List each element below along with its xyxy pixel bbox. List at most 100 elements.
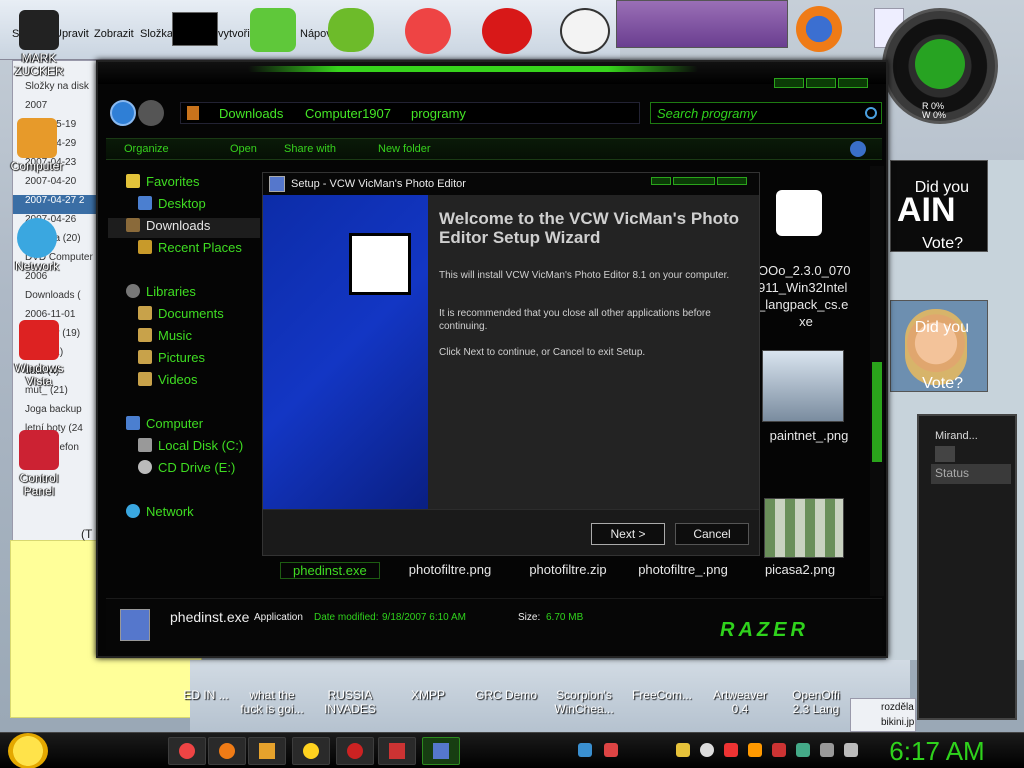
cartoon-icon[interactable] xyxy=(560,8,610,54)
explorer-taskbar-button[interactable] xyxy=(248,737,286,765)
paintnet-thumbnail[interactable] xyxy=(762,350,844,422)
file-preview-fragment[interactable]: rozděla bikini.jp xyxy=(850,698,916,732)
organize-button[interactable]: Organize xyxy=(124,143,169,155)
nav-favorites[interactable]: Favorites xyxy=(126,174,199,194)
nav-recent-places[interactable]: Recent Places xyxy=(138,240,242,260)
menu-vytvorit[interactable]: vytvořit xyxy=(218,28,253,40)
shortcut-item[interactable]: RUSSIA INVADES xyxy=(318,688,382,716)
desktop-icon-computer[interactable]: Computer xyxy=(2,118,72,173)
file-photofiltre-png[interactable]: photofiltre.png xyxy=(398,562,502,577)
shortcut-item[interactable]: Artweaver 0.4 xyxy=(708,688,772,716)
file-photofiltre-zip[interactable]: photofiltre.zip xyxy=(516,562,620,577)
p-icon[interactable] xyxy=(405,8,451,54)
forward-button[interactable] xyxy=(138,100,164,126)
nav-network[interactable]: Network xyxy=(126,504,194,524)
file-picasa2[interactable]: picasa2.png xyxy=(748,562,852,577)
tree-item[interactable]: 2006 xyxy=(13,271,101,290)
breadcrumb-computer1907[interactable]: Computer1907 xyxy=(305,106,391,121)
tray-icon[interactable] xyxy=(748,743,762,757)
file-photofiltre-underscore-png[interactable]: photofiltre_.png xyxy=(628,562,738,577)
shortcut-item[interactable]: OpenOffi 2.3 Lang xyxy=(784,688,848,716)
vote-widget[interactable]: Did you AIN Vote? xyxy=(890,160,988,252)
nav-cd-drive[interactable]: CD Drive (E:) xyxy=(138,460,235,480)
tray-icon[interactable] xyxy=(604,743,618,757)
miranda-im-window[interactable]: Mirand... Status xyxy=(917,414,1017,720)
scrollbar-thumb[interactable] xyxy=(872,362,882,462)
nav-downloads[interactable]: Downloads xyxy=(108,218,260,238)
nav-desktop[interactable]: Desktop xyxy=(138,196,206,216)
breadcrumb-programy[interactable]: programy xyxy=(411,106,466,121)
chrome-taskbar-button[interactable] xyxy=(168,737,206,765)
file-phedinst[interactable]: phedinst.exe xyxy=(280,562,380,579)
taskbar-clock[interactable]: 6:17 AM xyxy=(872,736,1002,767)
vote-widget[interactable]: Did you Vote? xyxy=(890,300,988,392)
tray-icon[interactable] xyxy=(676,743,690,757)
tree-item[interactable]: 2007 xyxy=(13,100,101,119)
firefox-taskbar-button[interactable] xyxy=(208,737,246,765)
shortcut-item[interactable]: Scorpion's WinChea... xyxy=(552,688,616,716)
tree-item[interactable]: Joga backup xyxy=(13,404,101,423)
network-tray-icon[interactable] xyxy=(796,743,810,757)
tray-icon[interactable] xyxy=(772,743,786,757)
setup-taskbar-button[interactable] xyxy=(422,737,460,765)
minimize-button[interactable] xyxy=(774,78,804,88)
tray-icon[interactable] xyxy=(578,743,592,757)
setup-close-button[interactable] xyxy=(717,177,747,185)
miranda-status-button[interactable]: Status xyxy=(931,464,1011,484)
devcpp-icon[interactable] xyxy=(482,8,532,54)
shortcut-item[interactable]: GRC Demo xyxy=(474,688,538,702)
desktop-icon-recycle-bin[interactable]: Windows Vista xyxy=(4,320,74,388)
nav-documents[interactable]: Documents xyxy=(138,306,224,326)
shortcut-item[interactable]: what the fuck is goi... xyxy=(240,688,304,716)
file-ooo-label[interactable]: OOo_2.3.0_070 911_Win32Intel _langpack_c… xyxy=(758,262,854,330)
tree-item[interactable]: Složky na disk xyxy=(13,81,101,100)
breadcrumb-downloads[interactable]: Downloads xyxy=(219,106,283,121)
tree-item[interactable]: Downloads ( xyxy=(13,290,101,309)
nav-libraries[interactable]: Libraries xyxy=(126,284,196,304)
volume-icon[interactable] xyxy=(820,743,834,757)
shortcut-item[interactable]: ED IN ... xyxy=(174,688,238,702)
app-taskbar-button[interactable] xyxy=(378,737,416,765)
desktop-icon-network[interactable]: Network xyxy=(2,218,72,273)
nav-local-disk[interactable]: Local Disk (C:) xyxy=(138,438,243,458)
tree-item[interactable]: 2007-04-20 xyxy=(13,176,101,195)
setup-maximize-button[interactable] xyxy=(673,177,715,185)
messenger-taskbar-button[interactable] xyxy=(292,737,330,765)
search-icon[interactable] xyxy=(865,107,877,119)
picasa-thumbnail[interactable] xyxy=(764,498,844,558)
open-button[interactable]: Open xyxy=(230,143,257,155)
address-bar[interactable]: Downloads Computer1907 programy xyxy=(180,102,640,124)
nav-pictures[interactable]: Pictures xyxy=(138,350,205,370)
file-paintnet-label[interactable]: paintnet_.png xyxy=(754,428,864,443)
new-folder-button[interactable]: New folder xyxy=(378,143,431,155)
back-button[interactable] xyxy=(110,100,136,126)
firefox-icon[interactable] xyxy=(796,6,842,52)
help-icon[interactable] xyxy=(850,141,866,157)
close-button[interactable] xyxy=(838,78,868,88)
desktop-icon-control-panel[interactable]: Control Panel xyxy=(4,430,74,498)
next-button[interactable]: Next > xyxy=(591,523,665,545)
start-button[interactable] xyxy=(8,733,48,768)
nav-music[interactable]: Music xyxy=(138,328,192,348)
tray-icon[interactable] xyxy=(700,743,714,757)
app-icon[interactable] xyxy=(250,8,296,52)
shortcut-item[interactable]: XMPP xyxy=(396,688,460,702)
openoffice-file-icon[interactable] xyxy=(776,190,822,236)
pig-icon[interactable] xyxy=(328,8,374,52)
tree-item-selected[interactable]: 2007-04-27 2 xyxy=(13,195,101,214)
tray-icon[interactable] xyxy=(724,743,738,757)
search-input[interactable]: Search programy xyxy=(650,102,882,124)
desktop-icon-zuckerberg[interactable]: MARK ZUCKER xyxy=(4,10,74,78)
maximize-button[interactable] xyxy=(806,78,836,88)
share-with-button[interactable]: Share with xyxy=(284,143,336,155)
setup-minimize-button[interactable] xyxy=(651,177,671,185)
cancel-button[interactable]: Cancel xyxy=(675,523,749,545)
cmd-icon[interactable] xyxy=(172,12,218,46)
shortcut-item[interactable]: FreeCom... xyxy=(630,688,694,702)
nav-videos[interactable]: Videos xyxy=(138,372,198,392)
menu-zobrazit[interactable]: Zobrazit xyxy=(94,28,134,40)
nav-computer[interactable]: Computer xyxy=(126,416,203,436)
menu-slozka[interactable]: Složka xyxy=(140,28,173,40)
speaker-icon[interactable] xyxy=(844,743,858,757)
media-taskbar-button[interactable] xyxy=(336,737,374,765)
